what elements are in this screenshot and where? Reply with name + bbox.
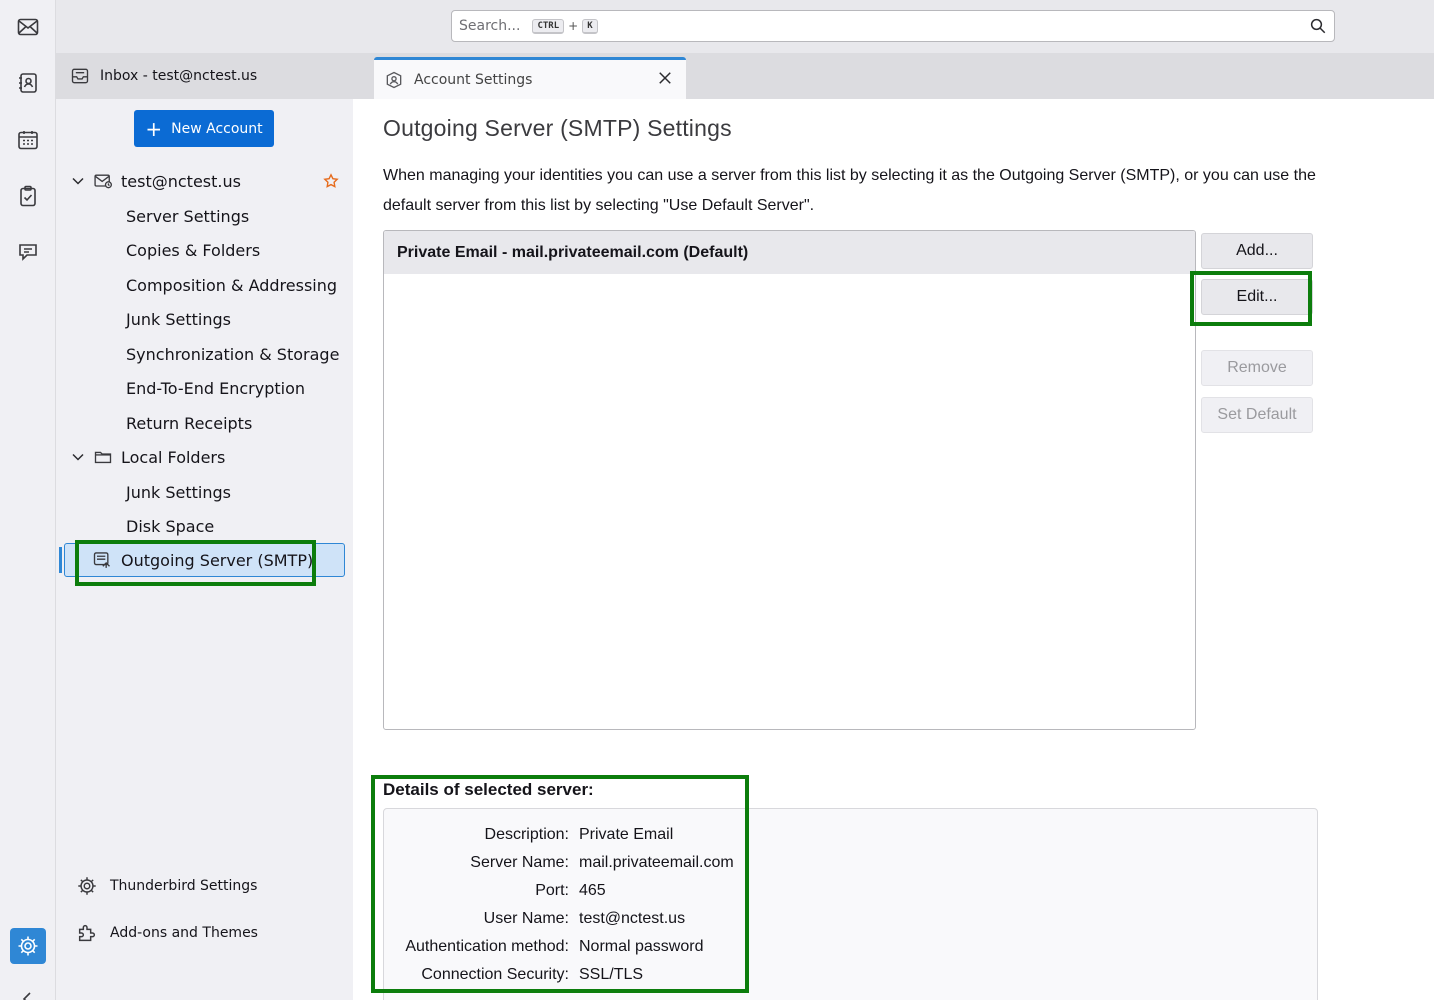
set-default-button-label: Set Default [1217,406,1297,423]
highlight-box-outgoing-server [75,540,316,586]
main-content: Outgoing Server (SMTP) Settings When man… [353,99,1434,1000]
tree-item-label: Composition & Addressing [126,275,338,295]
account-tree-sidebar: + New Account test@nctest.us Server Sett… [56,99,353,1000]
shortcut-k-key: K [582,18,598,34]
chevron-down-icon[interactable] [70,173,86,189]
local-folders-row[interactable]: Local Folders [56,441,353,473]
collapse-chevron-icon[interactable] [10,984,46,1000]
shortcut-plus: + [568,19,579,33]
spaces-toolbar [0,0,56,1000]
highlight-box-edit-button [1190,271,1312,326]
global-search-input[interactable]: Search... CTRL + K [451,10,1335,42]
new-account-button[interactable]: + New Account [134,110,274,147]
tab-bar: Inbox - test@nctest.us Account Settings [56,53,1434,99]
tree-item-label: Junk Settings [126,309,231,329]
tree-item-label: Return Receipts [126,413,253,433]
new-account-label: New Account [171,120,263,137]
tree-item-label: Disk Space [126,516,215,536]
tab-account-settings[interactable]: Account Settings [374,57,686,99]
page-description: When managing your identities you can us… [383,167,1316,214]
search-icon[interactable] [1309,17,1327,35]
thunderbird-settings-link[interactable]: Thunderbird Settings [76,873,257,899]
remove-server-button[interactable]: Remove [1201,350,1313,386]
address-book-icon[interactable] [10,65,46,101]
inbox-icon [71,68,89,84]
tree-item-disk-space[interactable]: Disk Space [56,510,353,542]
thunderbird-settings-label: Thunderbird Settings [110,878,258,894]
tree-item-label: Copies & Folders [126,240,261,260]
tab-inbox-label: Inbox - test@nctest.us [100,68,258,84]
tree-item-end-to-end-encryption[interactable]: End-To-End Encryption [56,372,353,404]
tree-item-copies-folders[interactable]: Copies & Folders [56,234,353,266]
plus-icon: + [145,116,163,141]
account-row[interactable]: test@nctest.us [56,165,353,197]
shortcut-ctrl-key: CTRL [532,18,565,34]
top-toolbar: Search... CTRL + K [56,0,1434,53]
addons-themes-link[interactable]: Add-ons and Themes [76,920,258,946]
smtp-server-row[interactable]: Private Email - mail.privateemail.com (D… [384,231,1195,274]
mail-icon[interactable] [10,9,46,45]
default-star-icon [323,173,339,188]
tree-item-local-junk-settings[interactable]: Junk Settings [56,476,353,508]
chevron-down-icon[interactable] [70,449,86,465]
account-name: test@nctest.us [121,171,241,191]
tree-item-label: End-To-End Encryption [126,378,306,398]
account-settings-icon [386,71,402,88]
tree-item-return-receipts[interactable]: Return Receipts [56,407,353,439]
tab-inbox[interactable]: Inbox - test@nctest.us [56,53,354,99]
tree-item-server-settings[interactable]: Server Settings [56,200,353,232]
gear-icon [78,877,96,895]
smtp-server-list[interactable]: Private Email - mail.privateemail.com (D… [383,230,1196,730]
tree-item-junk-settings[interactable]: Junk Settings [56,303,353,335]
highlight-box-details [371,775,749,993]
settings-gear-icon[interactable] [10,928,46,964]
email-account-icon [94,174,112,189]
tasks-icon[interactable] [10,178,46,214]
addons-themes-label: Add-ons and Themes [110,925,258,941]
tree-item-label: Junk Settings [126,482,231,502]
selection-indicator [59,547,62,573]
add-server-button[interactable]: Add... [1201,233,1313,269]
puzzle-icon [78,924,96,942]
set-default-button[interactable]: Set Default [1201,397,1313,433]
tree-item-synchronization-storage[interactable]: Synchronization & Storage [56,338,353,370]
tab-account-settings-label: Account Settings [414,71,533,88]
page-title: Outgoing Server (SMTP) Settings [383,115,732,141]
tree-item-label: Server Settings [126,206,250,226]
folder-icon [94,451,112,464]
tree-item-label: Synchronization & Storage [126,344,340,364]
add-button-label: Add... [1236,242,1278,259]
local-folders-name: Local Folders [121,447,226,467]
chat-icon[interactable] [10,234,46,270]
smtp-server-row-label: Private Email - mail.privateemail.com (D… [397,243,749,261]
calendar-icon[interactable] [10,122,46,158]
close-icon[interactable] [656,69,674,87]
remove-button-label: Remove [1227,359,1287,376]
tree-item-composition-addressing[interactable]: Composition & Addressing [56,269,353,301]
search-placeholder: Search... [459,18,521,34]
